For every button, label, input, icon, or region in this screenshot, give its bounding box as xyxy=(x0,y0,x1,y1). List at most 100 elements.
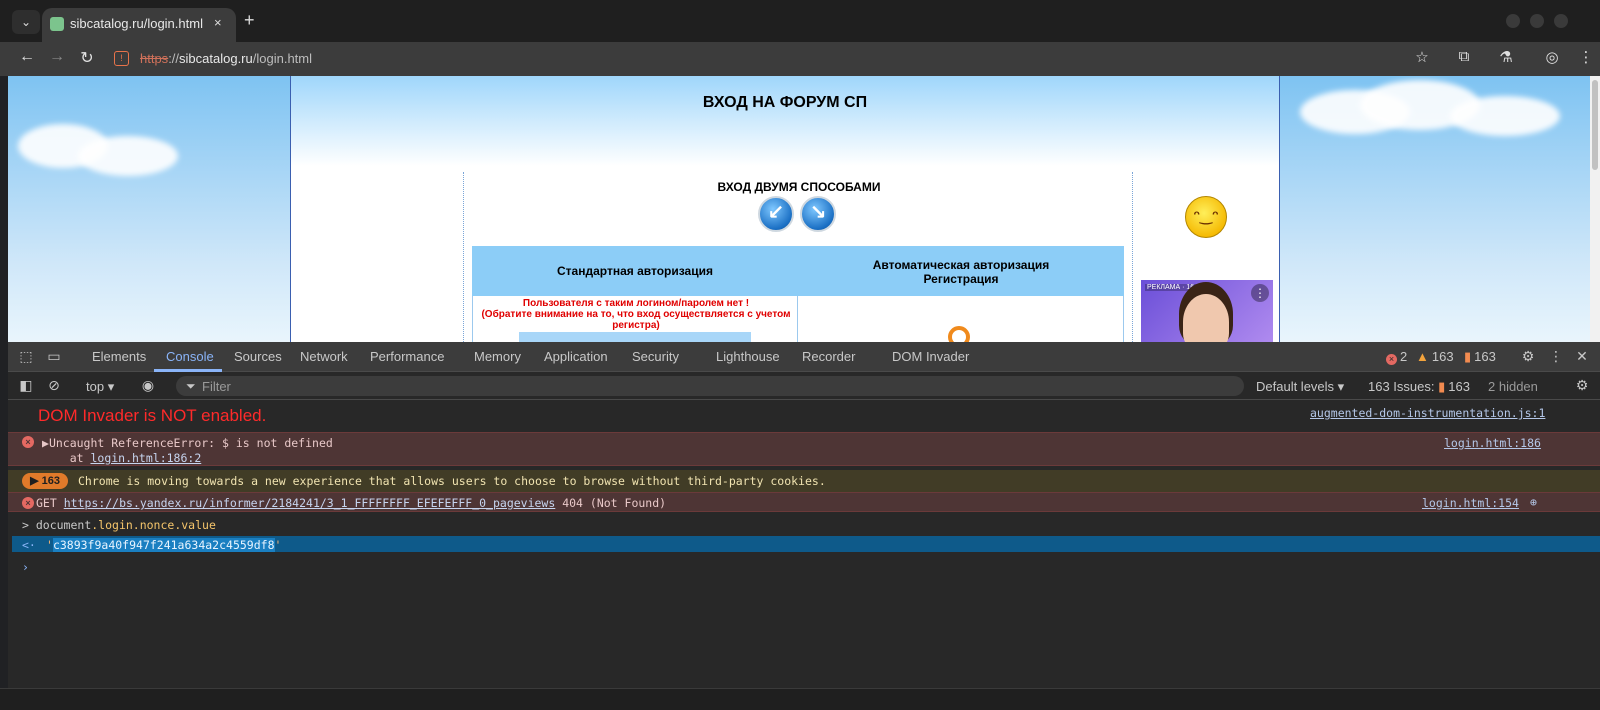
arrow-down-right-icon[interactable]: ↘ xyxy=(800,196,836,232)
close-devtools-icon[interactable]: ✕ xyxy=(1572,348,1592,365)
warning-counter[interactable]: ▲ 163 xyxy=(1416,349,1454,364)
auto-auth-heading: Автоматическая авторизация Регистрация xyxy=(798,258,1124,286)
page-title: ВХОД НА ФОРУМ СП xyxy=(702,94,868,111)
profile-icon[interactable]: ◎ xyxy=(1542,48,1562,66)
address-bar[interactable]: ! https://sibcatalog.ru/login.html xyxy=(110,46,1430,72)
inspect-element-icon[interactable]: ⬚ xyxy=(16,348,36,365)
console-filter-input[interactable]: ⏷ Filter xyxy=(176,376,1244,396)
error-text: Uncaught ReferenceError: $ is not define… xyxy=(48,436,333,450)
context-selector[interactable]: top ▾ xyxy=(86,379,114,395)
login-methods-heading: ВХОД ДВУМЯ СПОСОБАМИ xyxy=(717,180,881,194)
tab-elements[interactable]: Elements xyxy=(92,349,146,364)
new-tab-button[interactable]: + xyxy=(244,10,255,30)
auth-table: Стандартная авторизация Автоматическая а… xyxy=(472,246,1124,342)
filter-placeholder: Filter xyxy=(202,379,231,394)
tab-application[interactable]: Application xyxy=(544,349,608,364)
result-value[interactable]: 'c3893f9a40f947f241a634a2c4559df8' xyxy=(46,538,281,552)
ad-label: РЕКЛАМА · 16+ xyxy=(1145,284,1201,291)
site-favicon-icon xyxy=(50,17,64,31)
devtools-panel: ⬚ ▭ Elements Console Sources Network Per… xyxy=(8,342,1600,710)
issues-counter[interactable]: ▮ 163 xyxy=(1464,349,1496,365)
sky-background-left xyxy=(8,76,290,342)
tab-security[interactable]: Security xyxy=(632,349,679,364)
clear-console-icon[interactable]: ⊘ xyxy=(44,377,64,394)
error-expand-toggle[interactable]: ▶Uncaught ReferenceError: $ is not defin… xyxy=(42,436,333,450)
devtools-tab-bar: ⬚ ▭ Elements Console Sources Network Per… xyxy=(8,342,1600,372)
login-form-box[interactable] xyxy=(519,332,751,342)
browser-tab[interactable]: sibcatalog.ru/login.html × xyxy=(42,8,236,42)
minimize-button[interactable] xyxy=(1506,14,1520,28)
close-window-button[interactable] xyxy=(1554,14,1568,28)
not-secure-icon[interactable]: ! xyxy=(114,51,129,66)
page-scrollbar[interactable] xyxy=(1590,76,1600,342)
console-network-error: × GET https://bs.yandex.ru/informer/2184… xyxy=(8,492,1600,512)
extensions-icon[interactable]: ⧉ xyxy=(1454,48,1474,65)
source-link[interactable]: login.html:154 xyxy=(1422,496,1519,510)
error-x-icon: × xyxy=(22,436,34,448)
maximize-button[interactable] xyxy=(1530,14,1544,28)
arrow-down-left-icon[interactable]: ↙ xyxy=(758,196,794,232)
back-icon[interactable]: ← xyxy=(17,48,37,66)
repeat-count-badge[interactable]: ▶ 163 xyxy=(22,473,68,489)
url-text[interactable]: https://sibcatalog.ru/login.html xyxy=(140,51,312,66)
auto-auth-title: Автоматическая авторизация xyxy=(872,258,1050,272)
cloud-decoration xyxy=(78,136,178,176)
tab-close-icon[interactable]: × xyxy=(214,15,222,30)
page-viewport: ВХОД НА ФОРУМ СП ВХОД ДВУМЯ СПОСОБАМИ ↙ … xyxy=(8,76,1600,342)
console-warning-message: ▶ 163 Chrome is moving towards a new exp… xyxy=(8,470,1600,492)
console-prompt-icon[interactable]: › xyxy=(22,560,29,574)
standard-auth-heading: Стандартная авторизация xyxy=(557,264,713,278)
tab-memory[interactable]: Memory xyxy=(474,349,521,364)
source-link[interactable]: login.html:186 xyxy=(1444,436,1541,450)
error-counter[interactable]: × 2 xyxy=(1386,349,1407,365)
sky-background-right xyxy=(1280,76,1600,342)
tab-lighthouse[interactable]: Lighthouse xyxy=(716,349,780,364)
console-settings-gear-icon[interactable]: ⚙ xyxy=(1572,377,1592,394)
browser-menu-icon[interactable]: ⋮ xyxy=(1576,48,1596,66)
labs-flask-icon[interactable]: ⚗ xyxy=(1496,48,1516,66)
warning-text: Chrome is moving towards a new experienc… xyxy=(78,474,826,488)
cloud-decoration xyxy=(1450,96,1560,136)
tab-sources[interactable]: Sources xyxy=(234,349,282,364)
auto-auth-panel xyxy=(798,296,1124,342)
console-command: > document.login.nonce.value xyxy=(8,516,1600,534)
standard-auth-panel: Пользователя с таким логином/паролем нет… xyxy=(472,296,798,342)
command-input-text: > document.login.nonce.value xyxy=(22,518,216,532)
console-error-message: × ▶Uncaught ReferenceError: $ is not def… xyxy=(8,432,1600,466)
console-result-row[interactable]: <· 'c3893f9a40f947f241a634a2c4559df8' xyxy=(12,536,1600,552)
sidebar-toggle-icon[interactable]: ◧ xyxy=(16,377,36,394)
dom-invader-warning: DOM Invader is NOT enabled. xyxy=(38,406,267,425)
log-levels-dropdown[interactable]: Default levels ▾ xyxy=(1256,379,1344,395)
tab-console[interactable]: Console xyxy=(166,349,214,364)
dom-invader-message: DOM Invader is NOT enabled. augmented-do… xyxy=(8,400,1600,430)
device-toolbar-icon[interactable]: ▭ xyxy=(44,348,64,365)
tab-performance[interactable]: Performance xyxy=(370,349,444,364)
advertisement-banner[interactable]: РЕКЛАМА · 16+ ⋮ xyxy=(1141,280,1273,342)
scrollbar-thumb[interactable] xyxy=(1592,80,1598,170)
error-stack-line: at login.html:186:2 xyxy=(42,451,202,465)
reload-icon[interactable]: ↻ xyxy=(77,48,97,68)
tab-network[interactable]: Network xyxy=(300,349,348,364)
login-error-message: Пользователя с таким логином/паролем нет… xyxy=(477,298,795,331)
login-error-note: (Обратите внимание на то, что вход осуще… xyxy=(481,309,791,331)
issues-link[interactable]: 163 Issues: ▮ 163 xyxy=(1368,379,1470,395)
tab-search-button[interactable]: ⌄ xyxy=(12,10,40,34)
network-request-icon[interactable]: ⊕ xyxy=(1530,495,1537,509)
request-url-link[interactable]: https://bs.yandex.ru/informer/2184241/3_… xyxy=(64,496,556,510)
tab-strip: ⌄ sibcatalog.ru/login.html × + xyxy=(0,0,1600,42)
source-link[interactable]: augmented-dom-instrumentation.js:1 xyxy=(1310,406,1545,420)
settings-gear-icon[interactable]: ⚙ xyxy=(1518,348,1538,365)
tab-title: sibcatalog.ru/login.html xyxy=(70,16,203,31)
ad-menu-icon[interactable]: ⋮ xyxy=(1251,284,1269,302)
bookmark-star-icon[interactable]: ☆ xyxy=(1412,48,1432,66)
devtools-menu-icon[interactable]: ⋮ xyxy=(1546,348,1566,365)
issue-flag-icon: ▮ xyxy=(1438,379,1446,394)
stack-source-link[interactable]: login.html:186:2 xyxy=(90,451,201,465)
tab-dom-invader[interactable]: DOM Invader xyxy=(892,349,969,364)
result-arrow-icon: <· xyxy=(22,538,36,552)
tab-recorder[interactable]: Recorder xyxy=(802,349,855,364)
live-expression-eye-icon[interactable]: ◉ xyxy=(138,377,158,394)
forum-login-page: ВХОД НА ФОРУМ СП ВХОД ДВУМЯ СПОСОБАМИ ↙ … xyxy=(290,76,1280,342)
console-output: DOM Invader is NOT enabled. augmented-do… xyxy=(8,400,1600,710)
forward-icon[interactable]: → xyxy=(47,48,67,66)
